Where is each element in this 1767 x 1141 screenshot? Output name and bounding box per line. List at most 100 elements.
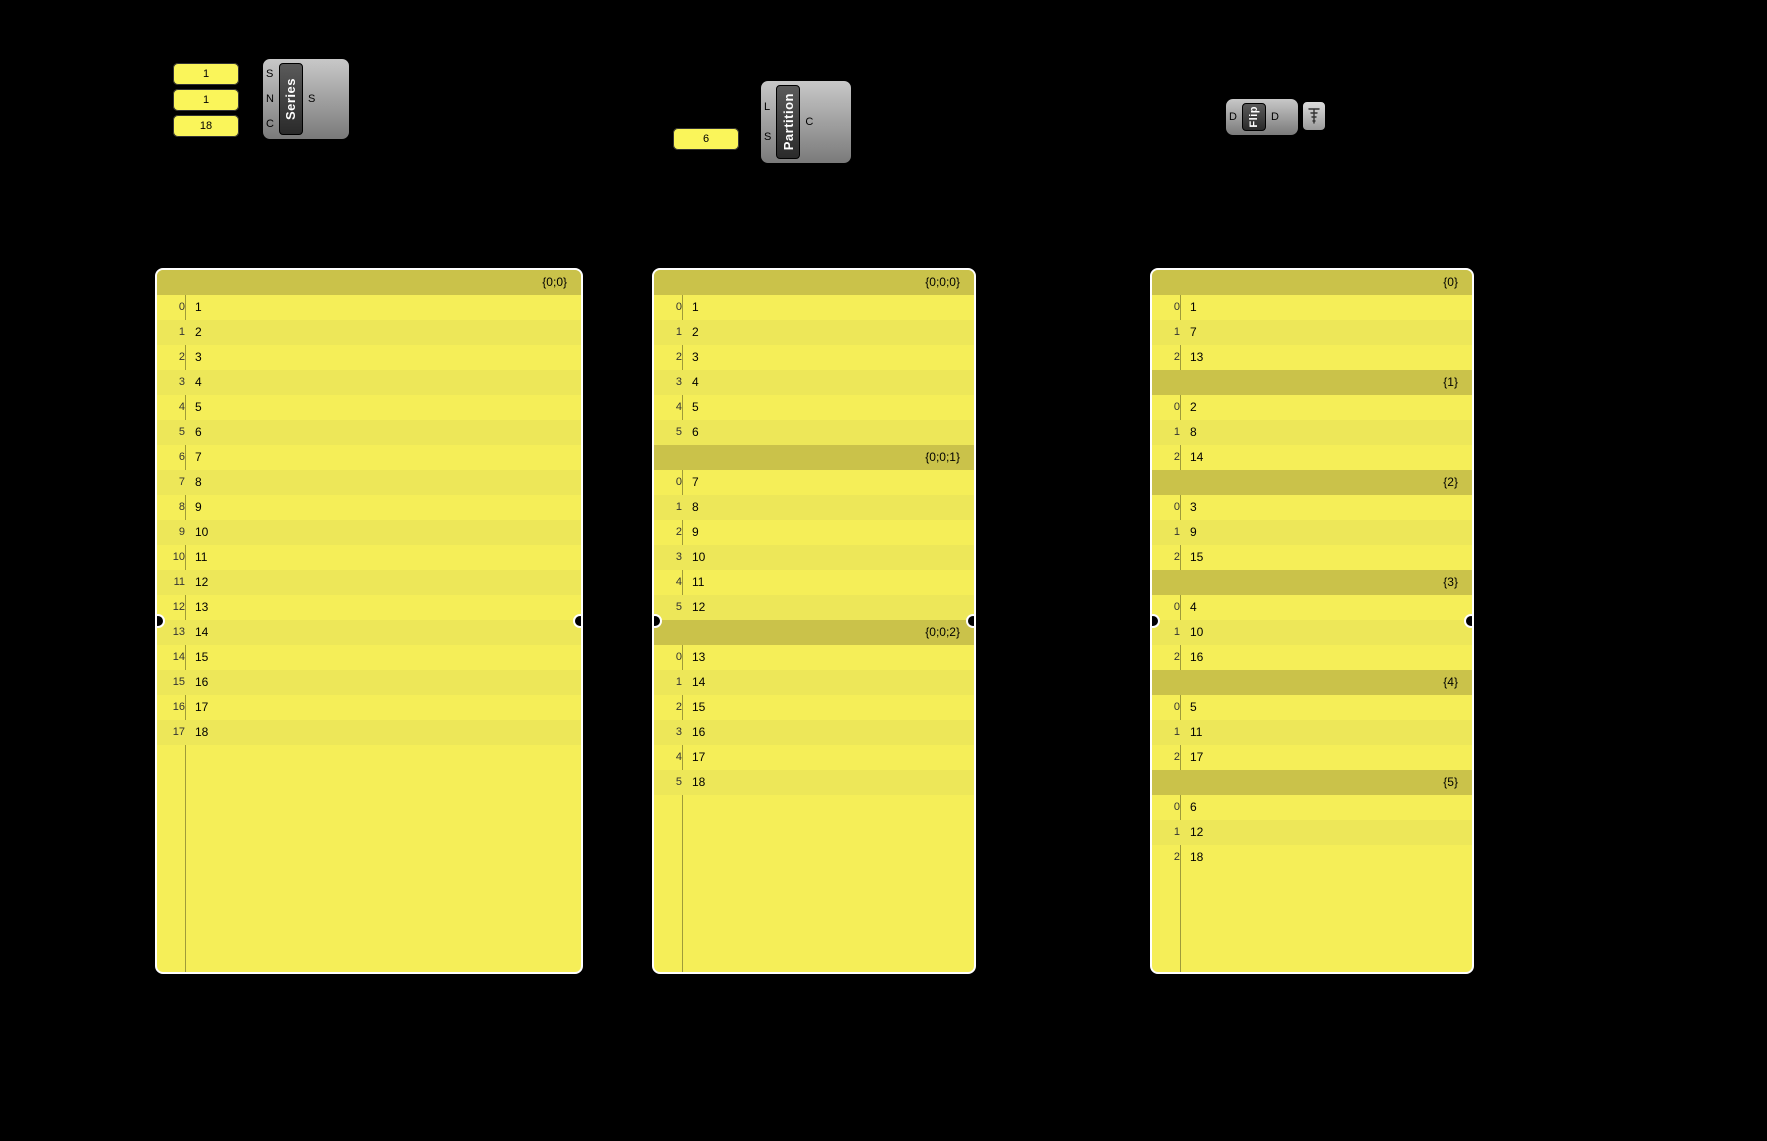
item-value: 11	[686, 570, 704, 595]
tree-item: 110	[1152, 620, 1472, 645]
param-series-start[interactable]: 1	[172, 62, 240, 86]
panel-partition-output[interactable]: {0;0;0}011223344556{0;0;1}07182931041151…	[652, 268, 976, 974]
tree-item: 512	[654, 595, 974, 620]
tree-item: 02	[1152, 395, 1472, 420]
tree-item: 1718	[157, 720, 581, 745]
tree-item: 112	[1152, 820, 1472, 845]
tree-path: {1}	[1152, 370, 1472, 395]
param-partition-size[interactable]: 6	[672, 127, 740, 151]
item-value: 10	[686, 545, 705, 570]
tree-item: 23	[654, 345, 974, 370]
port-label: S	[308, 92, 315, 106]
item-index: 1	[1152, 720, 1184, 745]
item-value: 12	[189, 570, 208, 595]
series-label: Series	[283, 78, 298, 120]
port-label: L	[764, 100, 771, 114]
panel-body: {0;0}01122334455667788991010111112121313…	[157, 270, 581, 972]
tree-item: 01	[157, 295, 581, 320]
port-label: S	[764, 130, 771, 144]
item-value: 9	[189, 495, 202, 520]
panel-output-grip[interactable]	[966, 614, 976, 628]
item-index: 3	[157, 370, 189, 395]
tree-item: 310	[654, 545, 974, 570]
item-index: 3	[654, 545, 686, 570]
tree-item: 06	[1152, 795, 1472, 820]
component-flip[interactable]: D Flip D	[1225, 98, 1299, 136]
tree-item: 17	[1152, 320, 1472, 345]
item-index: 0	[1152, 495, 1184, 520]
item-index: 1	[1152, 520, 1184, 545]
item-value: 6	[1184, 795, 1197, 820]
partition-inputs: L S	[761, 81, 774, 163]
tree-item: 910	[157, 520, 581, 545]
tree-path: {5}	[1152, 770, 1472, 795]
component-series[interactable]: S N C Series S	[262, 58, 350, 140]
item-index: 3	[654, 720, 686, 745]
item-value: 17	[686, 745, 705, 770]
item-value: 8	[189, 470, 202, 495]
item-value: 1	[1184, 295, 1197, 320]
tree-item: 518	[654, 770, 974, 795]
port-label: D	[1229, 110, 1237, 124]
canvas[interactable]: 1 1 18 S N C Series S 6 L S Partition C …	[0, 0, 1767, 1141]
item-value: 11	[1184, 720, 1202, 745]
item-index: 2	[1152, 545, 1184, 570]
port-label: S	[266, 67, 274, 81]
item-index: 0	[654, 645, 686, 670]
tree-path: {0;0}	[157, 270, 581, 295]
panel-series-output[interactable]: {0;0}01122334455667788991010111112121313…	[155, 268, 583, 974]
item-index: 11	[157, 570, 189, 595]
item-index: 0	[1152, 795, 1184, 820]
panel-output-grip[interactable]	[1464, 614, 1474, 628]
tree-item: 114	[654, 670, 974, 695]
tree-item: 56	[654, 420, 974, 445]
item-value: 15	[189, 645, 208, 670]
item-value: 7	[189, 445, 202, 470]
flatten-button[interactable]	[1302, 101, 1326, 131]
item-value: 13	[189, 595, 208, 620]
component-partition[interactable]: L S Partition C	[760, 80, 852, 164]
item-value: 4	[189, 370, 202, 395]
port-label: D	[1271, 110, 1279, 124]
item-value: 7	[1184, 320, 1197, 345]
tree-item: 45	[654, 395, 974, 420]
item-value: 18	[189, 720, 208, 745]
tree-item: 34	[157, 370, 581, 395]
item-index: 1	[1152, 320, 1184, 345]
item-index: 17	[157, 720, 189, 745]
partition-core: Partition	[776, 85, 800, 159]
panel-output-grip[interactable]	[573, 614, 583, 628]
param-series-count[interactable]: 18	[172, 114, 240, 138]
item-index: 14	[157, 645, 189, 670]
tree-item: 29	[654, 520, 974, 545]
item-index: 2	[654, 345, 686, 370]
tree-item: 1314	[157, 620, 581, 645]
item-index: 5	[654, 770, 686, 795]
tree-item: 1011	[157, 545, 581, 570]
item-value: 2	[686, 320, 699, 345]
item-index: 1	[654, 670, 686, 695]
param-series-step[interactable]: 1	[172, 88, 240, 112]
item-index: 2	[1152, 445, 1184, 470]
item-value: 9	[1184, 520, 1197, 545]
item-value: 14	[189, 620, 208, 645]
item-value: 15	[1184, 545, 1203, 570]
port-label: C	[805, 115, 813, 129]
item-value: 2	[1184, 395, 1197, 420]
item-index: 0	[654, 295, 686, 320]
flip-outputs: D	[1268, 99, 1282, 135]
tree-item: 1617	[157, 695, 581, 720]
tree-item: 04	[1152, 595, 1472, 620]
item-index: 1	[1152, 820, 1184, 845]
tree-path: {0;0;1}	[654, 445, 974, 470]
flip-core: Flip	[1242, 103, 1266, 131]
tree-item: 216	[1152, 645, 1472, 670]
tree-item: 12	[654, 320, 974, 345]
item-index: 2	[1152, 845, 1184, 870]
item-index: 1	[654, 495, 686, 520]
item-index: 15	[157, 670, 189, 695]
item-index: 8	[157, 495, 189, 520]
panel-flip-output[interactable]: {0}0117213{1}0218214{2}0319215{3}0411021…	[1150, 268, 1474, 974]
item-index: 0	[1152, 395, 1184, 420]
item-value: 16	[1184, 645, 1203, 670]
